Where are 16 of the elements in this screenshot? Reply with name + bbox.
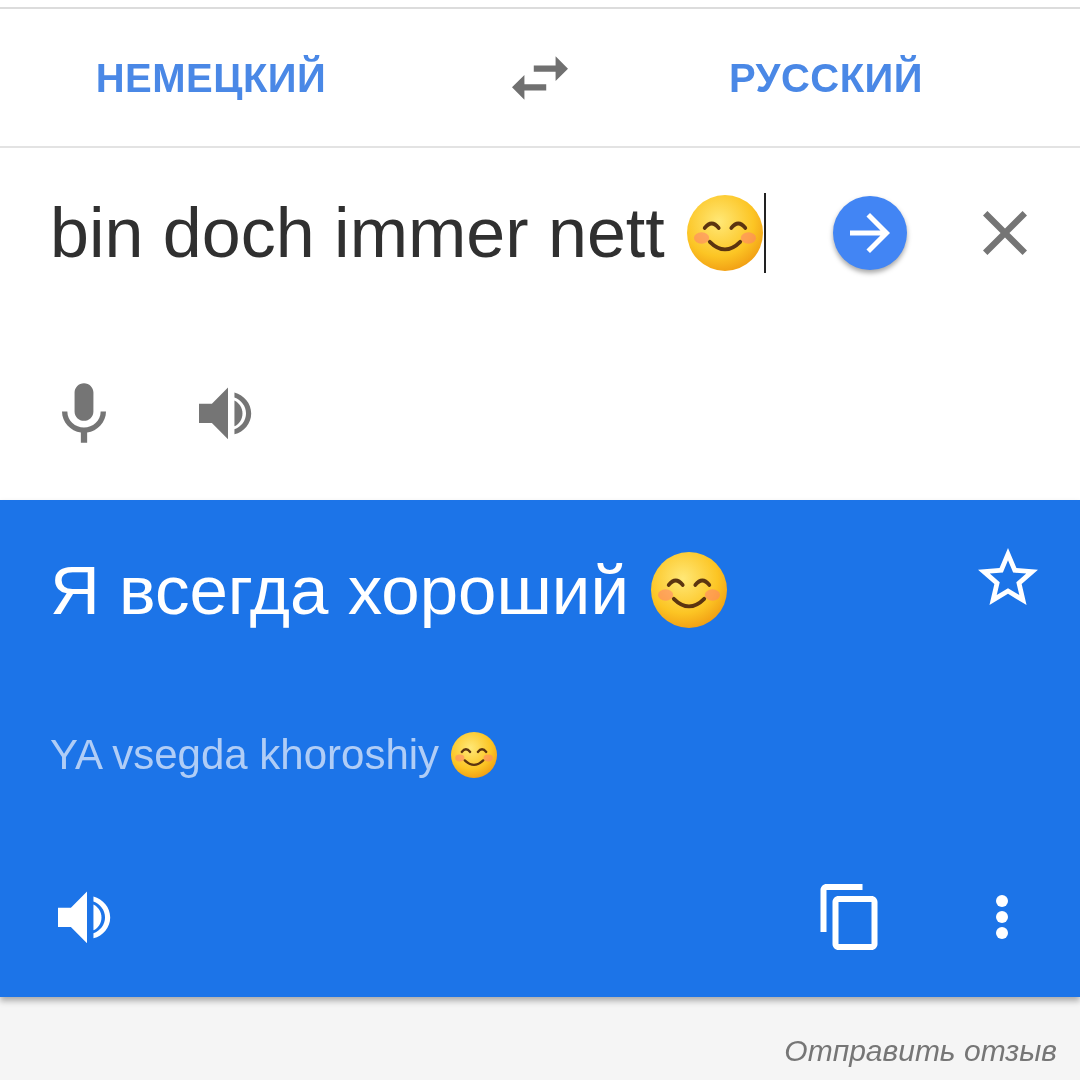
target-language-tab[interactable]: РУССКИЙ bbox=[728, 57, 924, 98]
more-options-icon[interactable] bbox=[994, 895, 1010, 939]
transliteration-text: YA vsegda khoroshiy bbox=[50, 734, 440, 776]
close-icon[interactable] bbox=[983, 211, 1027, 255]
star-icon[interactable] bbox=[978, 548, 1038, 606]
translate-button[interactable] bbox=[833, 196, 907, 270]
source-language-tab[interactable]: НЕМЕЦКИЙ bbox=[95, 57, 327, 98]
smiling-face-icon bbox=[650, 552, 727, 628]
arrow-right-icon bbox=[850, 213, 890, 253]
copy-icon[interactable] bbox=[820, 884, 878, 950]
source-text-field[interactable]: bin doch immer nett bbox=[50, 188, 766, 278]
smiling-face-icon bbox=[686, 195, 763, 271]
send-feedback-link[interactable]: Отправить отзыв bbox=[784, 1036, 1057, 1066]
microphone-icon[interactable] bbox=[62, 383, 106, 443]
smiling-face-icon bbox=[451, 732, 498, 778]
swap-arrows-icon[interactable] bbox=[512, 55, 568, 100]
